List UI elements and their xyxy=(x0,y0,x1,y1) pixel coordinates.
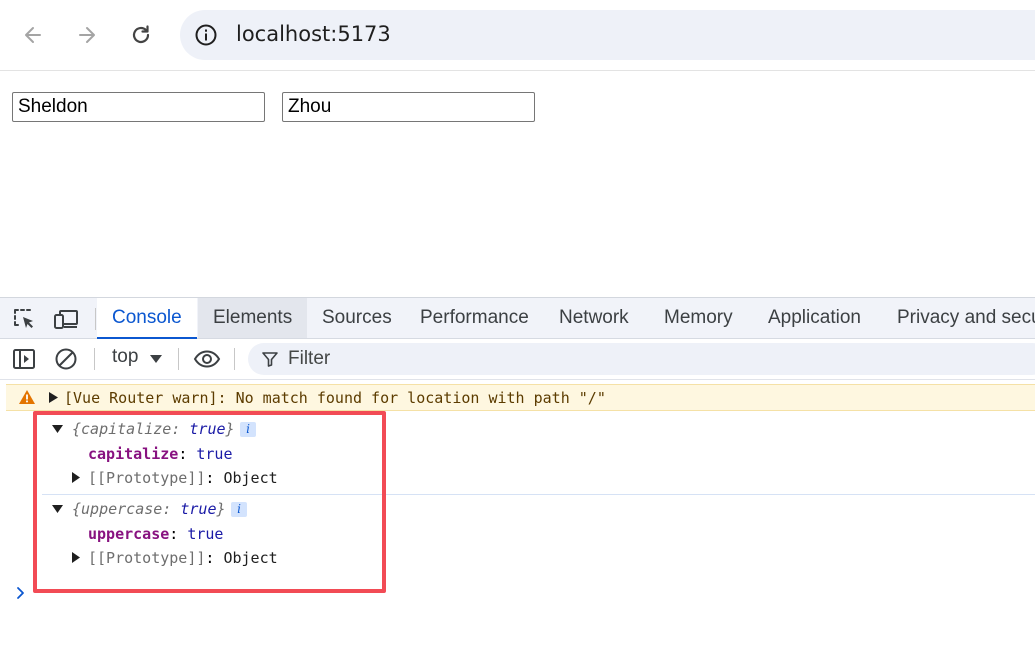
console-warning-row: [Vue Router warn]: No match found for lo… xyxy=(6,384,1035,411)
tab-application[interactable]: Application xyxy=(753,298,876,338)
arrow-left-icon xyxy=(25,27,41,43)
tab-console[interactable]: Console xyxy=(97,298,197,339)
tab-performance[interactable]: Performance xyxy=(405,298,544,338)
browser-toolbar: localhost:5173 xyxy=(0,0,1035,71)
address-bar[interactable]: localhost:5173 xyxy=(180,10,1035,60)
annotation-highlight-box xyxy=(33,411,386,593)
console-toolbar: top Filter xyxy=(0,339,1035,380)
toolbar-separator xyxy=(234,348,235,370)
warning-icon xyxy=(19,390,35,404)
devtools-tabbar: Console Elements Sources Performance Net… xyxy=(0,298,1035,339)
caret-down-icon xyxy=(150,355,162,363)
filter-placeholder: Filter xyxy=(288,348,331,369)
tab-elements[interactable]: Elements xyxy=(198,298,308,338)
expand-triangle-icon[interactable] xyxy=(49,392,58,403)
tab-sources[interactable]: Sources xyxy=(307,298,407,338)
reload-button[interactable] xyxy=(123,17,159,53)
forward-button[interactable] xyxy=(69,17,105,53)
back-button[interactable] xyxy=(15,17,51,53)
toolbar-separator xyxy=(178,348,179,370)
sidebar-toggle-icon[interactable] xyxy=(11,347,37,371)
url-text: localhost:5173 xyxy=(236,22,391,46)
console-filter-input[interactable]: Filter xyxy=(248,343,1035,375)
reload-icon xyxy=(132,25,150,44)
toolbar-separator xyxy=(94,348,95,370)
arrow-right-icon xyxy=(79,27,95,43)
info-circle-icon[interactable] xyxy=(194,23,218,47)
first-name-input[interactable] xyxy=(12,92,265,122)
tab-separator xyxy=(95,308,96,330)
device-toolbar-icon[interactable] xyxy=(53,307,79,331)
filter-icon xyxy=(262,352,278,367)
clear-console-icon[interactable] xyxy=(53,347,79,371)
eye-icon[interactable] xyxy=(193,347,221,371)
last-name-input[interactable] xyxy=(282,92,535,122)
inspect-element-icon[interactable] xyxy=(12,307,38,331)
warning-message: [Vue Router warn]: No match found for lo… xyxy=(64,389,606,407)
context-selector-label: top xyxy=(112,346,139,367)
console-prompt-icon[interactable] xyxy=(16,586,26,600)
tab-privacy-and-security[interactable]: Privacy and secu xyxy=(882,298,1035,338)
tab-memory[interactable]: Memory xyxy=(649,298,748,338)
tab-network[interactable]: Network xyxy=(544,298,644,338)
